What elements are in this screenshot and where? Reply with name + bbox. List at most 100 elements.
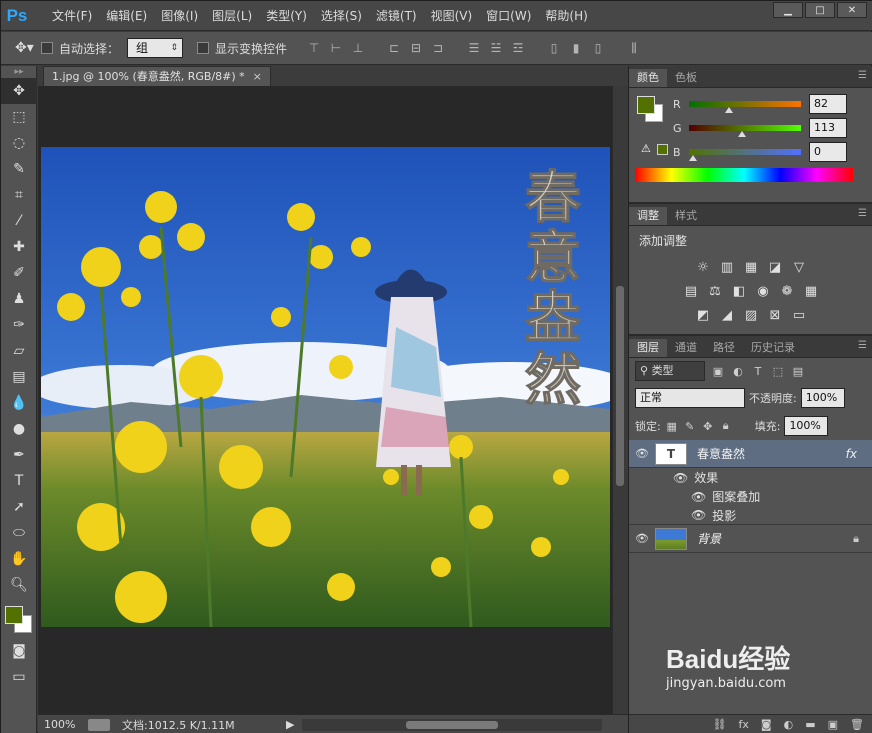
menu-view[interactable]: 视图(V): [424, 1, 480, 31]
tab-swatches[interactable]: 色板: [667, 69, 705, 87]
add-style-icon[interactable]: fx: [739, 718, 749, 731]
layer-row-text[interactable]: 👁︎ T 春意盎然 fx: [629, 440, 872, 468]
history-brush-tool-icon[interactable]: ✑: [1, 312, 37, 338]
effect-eye-icon[interactable]: 👁︎: [691, 490, 706, 504]
delete-layer-icon[interactable]: 🗑︎: [850, 718, 864, 731]
blue-value-field[interactable]: 0: [809, 142, 847, 162]
crop-tool-icon[interactable]: ⌗: [1, 182, 37, 208]
move-tool-icon[interactable]: ✥: [1, 78, 37, 104]
align-right-icon[interactable]: ⊐: [429, 39, 447, 57]
align-vcenter-icon[interactable]: ⊢: [327, 39, 345, 57]
red-value-field[interactable]: 82: [809, 94, 847, 114]
hue-saturation-icon[interactable]: ▤: [682, 282, 700, 300]
distribute-vcenter-icon[interactable]: ☱: [487, 39, 505, 57]
tab-adjustments[interactable]: 调整: [629, 207, 667, 225]
shape-tool-icon[interactable]: ⬭: [1, 520, 37, 546]
posterize-icon[interactable]: ◢: [718, 306, 736, 324]
path-select-tool-icon[interactable]: ➚: [1, 494, 37, 520]
horizontal-scroll-thumb[interactable]: [406, 720, 499, 729]
visibility-eye-icon[interactable]: 👁︎: [629, 532, 655, 545]
channel-mixer-icon[interactable]: ❁: [778, 282, 796, 300]
close-tab-icon[interactable]: ×: [253, 70, 262, 83]
menu-type[interactable]: 类型(Y): [259, 1, 314, 31]
zoom-level[interactable]: 100%: [38, 718, 78, 731]
filter-pixel-icon[interactable]: ▣: [711, 364, 725, 378]
link-layers-icon[interactable]: ⛓: [713, 718, 727, 731]
lock-pixels-icon[interactable]: ✎: [683, 419, 697, 433]
move-tool-icon[interactable]: ✥▾: [15, 40, 41, 56]
align-top-icon[interactable]: ⊤: [305, 39, 323, 57]
screen-mode-icon[interactable]: ▭: [1, 664, 37, 690]
panel-menu-icon[interactable]: ☰: [858, 340, 867, 351]
distribute-top-icon[interactable]: ☰: [465, 39, 483, 57]
lock-position-icon[interactable]: ✥: [701, 419, 715, 433]
menu-select[interactable]: 选择(S): [314, 1, 369, 31]
canvas-area[interactable]: 春 意 盎 然: [38, 86, 612, 714]
blue-slider-thumb[interactable]: [689, 155, 697, 161]
menu-image[interactable]: 图像(I): [154, 1, 205, 31]
eraser-tool-icon[interactable]: ▱: [1, 338, 37, 364]
type-tool-icon[interactable]: T: [1, 468, 37, 494]
distribute-bottom-icon[interactable]: ☲: [509, 39, 527, 57]
invert-icon[interactable]: ◩: [694, 306, 712, 324]
pen-tool-icon[interactable]: ✒: [1, 442, 37, 468]
fx-icon[interactable]: fx: [846, 447, 857, 461]
new-group-icon[interactable]: ▬: [805, 718, 815, 731]
gamut-warning-icon[interactable]: ⚠: [641, 142, 651, 155]
filter-smart-object-icon[interactable]: ▤: [791, 364, 805, 378]
collapse-icon[interactable]: ▸▸: [1, 66, 37, 78]
distribute-right-icon[interactable]: ▯: [589, 39, 607, 57]
web-safe-swatch[interactable]: [657, 144, 668, 155]
close-icon[interactable]: ✕: [837, 2, 867, 18]
layer-name[interactable]: 春意盎然: [697, 445, 745, 462]
lock-transparency-icon[interactable]: ▦: [665, 419, 679, 433]
show-transform-checkbox[interactable]: [197, 42, 210, 54]
color-lookup-icon[interactable]: ▦: [802, 282, 820, 300]
healing-brush-tool-icon[interactable]: ✚: [1, 234, 37, 260]
curves-icon[interactable]: ▦: [742, 258, 760, 276]
add-mask-icon[interactable]: ◙: [761, 718, 772, 731]
vertical-scroll-thumb[interactable]: [616, 286, 624, 486]
levels-icon[interactable]: ▥: [718, 258, 736, 276]
zoom-tool-icon[interactable]: 🔍︎: [1, 572, 37, 598]
green-slider[interactable]: [689, 125, 801, 137]
green-slider-thumb[interactable]: [738, 131, 747, 137]
selective-color-icon[interactable]: ⊠: [766, 306, 784, 324]
dodge-tool-icon[interactable]: ●: [1, 416, 37, 442]
auto-select-checkbox[interactable]: [41, 42, 53, 54]
threshold-icon[interactable]: ▨: [742, 306, 760, 324]
document-image[interactable]: 春 意 盎 然: [41, 147, 610, 627]
filter-adjustment-icon[interactable]: ◐: [731, 364, 745, 378]
vertical-scrollbar[interactable]: [612, 86, 627, 714]
red-slider[interactable]: [689, 101, 801, 113]
filter-shape-icon[interactable]: ⬚: [771, 364, 785, 378]
tab-styles[interactable]: 样式: [667, 207, 705, 225]
black-white-icon[interactable]: ◧: [730, 282, 748, 300]
tab-color[interactable]: 颜色: [629, 69, 667, 87]
lasso-tool-icon[interactable]: ◌: [1, 130, 37, 156]
exposure-icon[interactable]: ◪: [766, 258, 784, 276]
brightness-icon[interactable]: ☼: [694, 258, 712, 276]
foreground-color-swatch[interactable]: [637, 96, 655, 114]
visibility-eye-icon[interactable]: 👁︎: [629, 447, 655, 460]
horizontal-scrollbar[interactable]: [302, 718, 603, 731]
effect-pattern-overlay-row[interactable]: 👁︎ 图案叠加: [629, 487, 872, 506]
photo-filter-icon[interactable]: ◉: [754, 282, 772, 300]
effects-row[interactable]: 👁︎ 效果: [629, 468, 872, 487]
new-adjustment-icon[interactable]: ◐: [784, 718, 794, 731]
restore-icon[interactable]: □: [805, 2, 835, 18]
foreground-color-swatch[interactable]: [5, 606, 23, 624]
blend-mode-dropdown[interactable]: 正常: [635, 388, 745, 408]
opacity-field[interactable]: 100%: [800, 388, 845, 408]
lock-all-icon[interactable]: 🔒︎: [719, 419, 733, 433]
marquee-tool-icon[interactable]: ⬚: [1, 104, 37, 130]
menu-help[interactable]: 帮助(H): [538, 1, 594, 31]
distribute-left-icon[interactable]: ▯: [545, 39, 563, 57]
quick-select-tool-icon[interactable]: ✎: [1, 156, 37, 182]
quick-mask-icon[interactable]: ◙: [1, 638, 37, 664]
menu-window[interactable]: 窗口(W): [479, 1, 538, 31]
layer-name[interactable]: 背景: [697, 530, 721, 547]
gradient-tool-icon[interactable]: ▤: [1, 364, 37, 390]
effect-drop-shadow-row[interactable]: 👁︎ 投影: [629, 506, 872, 525]
document-tab[interactable]: 1.jpg @ 100% (春意盎然, RGB/8#) * ×: [43, 66, 271, 86]
